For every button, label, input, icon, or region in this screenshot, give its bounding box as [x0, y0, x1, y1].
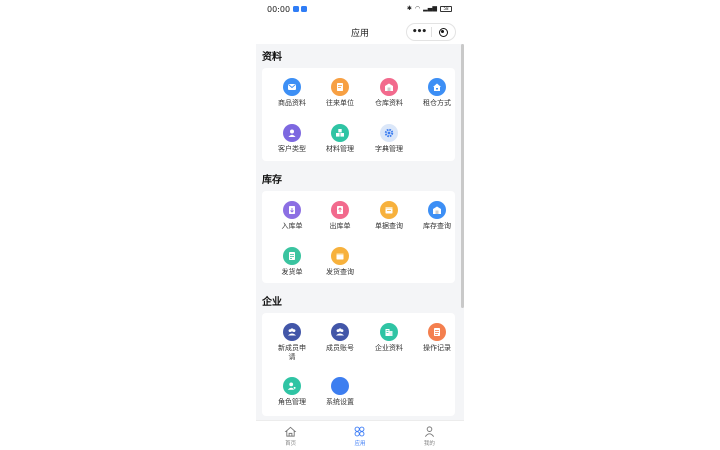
- app-item-label: 角色管理: [278, 398, 306, 406]
- building-icon: [380, 323, 398, 341]
- section-card: 入库单 出库单 单据查询 库存查询发货单 发货查询: [262, 191, 455, 283]
- status-bar: 00:00 ✱ ◠ ▂▄▆ 58: [256, 0, 464, 20]
- app-item[interactable]: 往来单位: [316, 78, 364, 108]
- apps-icon: [325, 425, 394, 438]
- home-icon: [428, 78, 446, 96]
- app-item[interactable]: 客户类型: [268, 124, 316, 154]
- phone-frame: 00:00 ✱ ◠ ▂▄▆ 58 应用 ••• 资料商品资料 往来单位 仓库资料 租仓…: [256, 0, 464, 450]
- app-item-label: 材料管理: [326, 145, 354, 153]
- notification-icon: [301, 6, 307, 12]
- app-item[interactable]: 系统设置: [316, 377, 364, 407]
- app-item-label: 库存查询: [423, 222, 451, 230]
- app-item[interactable]: 租仓方式: [413, 78, 461, 108]
- profile-icon: [395, 425, 464, 438]
- tab-bar: 首页 应用 我的: [256, 420, 464, 450]
- section-title: 库存: [262, 175, 282, 186]
- status-indicators: ✱ ◠ ▂▄▆ 58: [407, 5, 452, 12]
- app-item-label: 系统设置: [326, 398, 354, 406]
- app-item[interactable]: 单据查询: [365, 201, 413, 231]
- calendar-icon: [380, 201, 398, 219]
- app-item[interactable]: 仓库资料: [365, 78, 413, 108]
- target-icon: [438, 27, 448, 37]
- team-icon: [331, 323, 349, 341]
- app-item[interactable]: 字典管理: [365, 124, 413, 154]
- app-item-label: 发货单: [281, 268, 303, 276]
- app-item-label: 发货查询: [326, 268, 354, 276]
- app-item-label: 企业资料: [375, 344, 403, 352]
- tab-home[interactable]: 首页: [256, 421, 325, 450]
- notification-icon: [293, 6, 299, 12]
- app-item[interactable]: 企业资料: [365, 323, 413, 353]
- tab-label: 应用: [354, 441, 366, 447]
- status-time: 00:00: [267, 5, 291, 14]
- inbound-icon: [283, 201, 301, 219]
- app-item-label: 入库单: [281, 222, 303, 230]
- section-card: 商品资料 往来单位 仓库资料 租仓方式客户类型 材料管理 字典管理: [262, 68, 455, 161]
- app-item[interactable]: 发货查询: [316, 247, 364, 277]
- app-item-label: 客户类型: [278, 145, 306, 153]
- warehouse-icon: [428, 201, 446, 219]
- gear-icon: [331, 377, 349, 395]
- battery-level: 58: [443, 5, 449, 11]
- battery-icon: 58: [440, 5, 452, 12]
- app-item[interactable]: 成员账号: [316, 323, 364, 353]
- tab-apps[interactable]: 应用: [325, 421, 394, 450]
- section-title: 企业: [262, 297, 282, 308]
- section-card: 新成员申请 成员账号 企业资料 操作记录角色管理 系统设置: [262, 313, 455, 416]
- app-item[interactable]: 新成员申请: [268, 323, 316, 361]
- app-item[interactable]: 商品资料: [268, 78, 316, 108]
- nav-bar: 应用 •••: [256, 20, 464, 44]
- warehouse-icon: [380, 78, 398, 96]
- scrollbar[interactable]: [461, 44, 464, 308]
- app-item[interactable]: 库存查询: [413, 201, 461, 231]
- home-icon: [256, 425, 325, 438]
- team-icon: [283, 323, 301, 341]
- gear-icon: [380, 124, 398, 142]
- wifi-icon: ◠: [414, 5, 421, 12]
- app-item-label: 成员账号: [326, 344, 354, 352]
- app-item-label: 单据查询: [375, 222, 403, 230]
- section-title: 资料: [262, 52, 282, 63]
- app-item-label: 往来单位: [326, 99, 354, 107]
- box-icon: [331, 247, 349, 265]
- app-item[interactable]: 材料管理: [316, 124, 364, 154]
- outbound-icon: [331, 201, 349, 219]
- app-item-label: 出库单: [329, 222, 351, 230]
- tab-label: 首页: [285, 441, 297, 447]
- silent-icon: ✱: [406, 5, 412, 12]
- app-item[interactable]: 入库单: [268, 201, 316, 231]
- invoice-icon: [283, 247, 301, 265]
- boxes-icon: [331, 124, 349, 142]
- app-item-label: 仓库资料: [375, 99, 403, 107]
- tab-profile[interactable]: 我的: [395, 421, 464, 450]
- user-icon: [283, 124, 301, 142]
- app-item[interactable]: 发货单: [268, 247, 316, 277]
- app-item-label: 租仓方式: [423, 99, 451, 107]
- document-icon: [331, 78, 349, 96]
- app-grid-content[interactable]: 资料商品资料 往来单位 仓库资料 租仓方式客户类型 材料管理 字典管理库存入库单 出库单 单据…: [256, 44, 464, 420]
- mini-program-capsule: •••: [406, 23, 456, 41]
- role-icon: [283, 377, 301, 395]
- tab-label: 我的: [423, 441, 435, 447]
- close-mini-program-button[interactable]: [432, 27, 455, 37]
- app-item-label: 商品资料: [278, 99, 306, 107]
- log-icon: [428, 323, 446, 341]
- app-item-label: 新成员申请: [278, 344, 306, 361]
- app-item[interactable]: 操作记录: [413, 323, 461, 353]
- mail-icon: [283, 78, 301, 96]
- app-item[interactable]: 出库单: [316, 201, 364, 231]
- app-item[interactable]: 角色管理: [268, 377, 316, 407]
- more-icon[interactable]: •••: [407, 25, 431, 39]
- app-item-label: 操作记录: [423, 344, 451, 352]
- signal-icon: ▂▄▆: [423, 5, 437, 12]
- app-item-label: 字典管理: [375, 145, 403, 153]
